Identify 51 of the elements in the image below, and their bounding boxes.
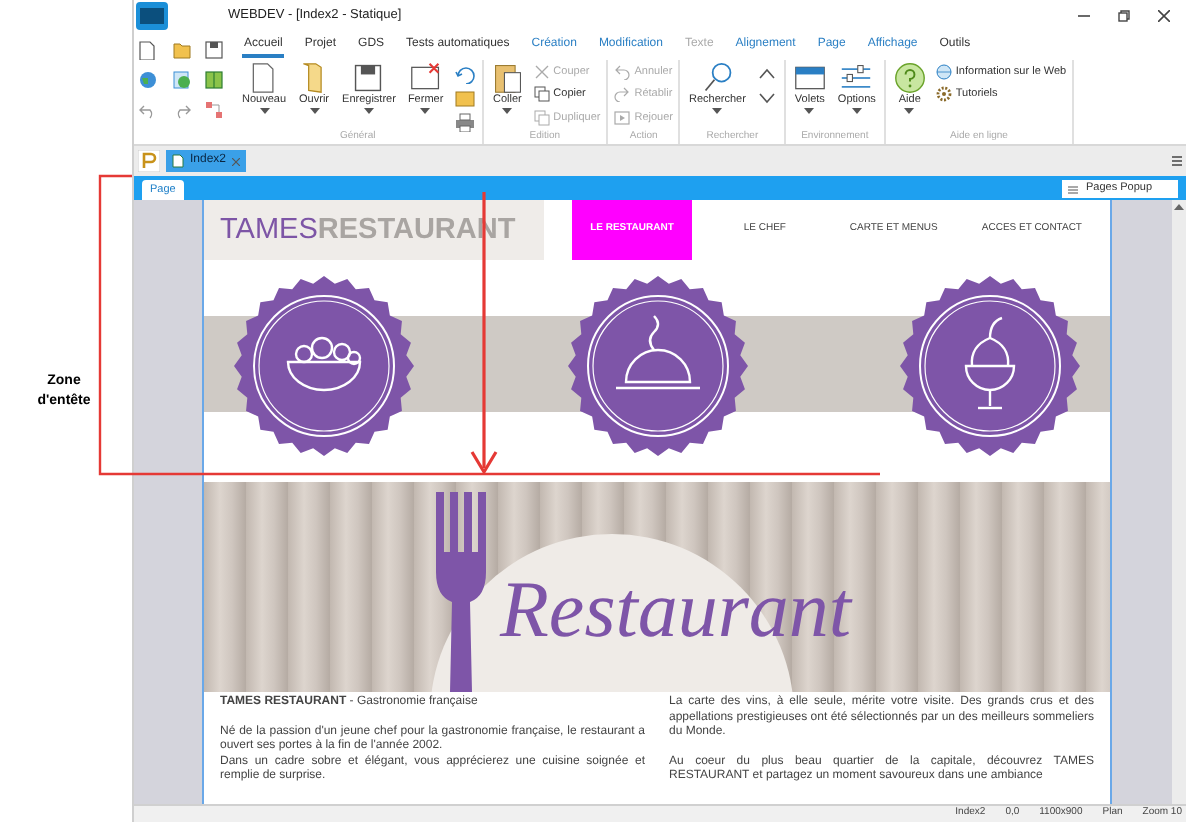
duplicate-icon — [533, 109, 550, 126]
restore-icon[interactable] — [1118, 10, 1130, 22]
undo-icon[interactable] — [138, 100, 158, 120]
search-icon — [701, 62, 734, 94]
sliders-icon — [840, 62, 873, 94]
printer-icon[interactable] — [453, 112, 476, 132]
salad-bowl-icon — [286, 335, 362, 391]
app-logo-icon — [136, 2, 168, 30]
page-icon — [172, 154, 184, 168]
save-icon — [352, 62, 385, 94]
dropdown-caret-icon — [804, 108, 815, 114]
chevron-up-icon[interactable] — [755, 64, 778, 84]
diagram-icon[interactable] — [204, 100, 225, 120]
close-window-icon — [409, 62, 442, 94]
scroll-up-icon[interactable] — [1174, 204, 1184, 210]
dropdown-caret-icon — [712, 108, 723, 114]
menu-icon[interactable] — [1172, 156, 1182, 166]
close-icon[interactable] — [1158, 10, 1170, 22]
save-icon[interactable] — [204, 40, 225, 60]
dropdown-caret-icon — [420, 108, 431, 114]
folder-view-icon[interactable] — [453, 88, 476, 108]
dropdown-caret-icon — [363, 108, 374, 114]
panel-window-icon — [793, 62, 826, 94]
dropdown-caret-icon — [309, 108, 320, 114]
hero-title: Restaurant — [500, 566, 852, 654]
dropdown-caret-icon — [904, 108, 915, 114]
redo-icon — [614, 86, 631, 103]
globe-icon — [935, 64, 952, 81]
globe-icon[interactable] — [138, 70, 158, 90]
ice-cream-sundae-icon — [964, 315, 1016, 409]
dropdown-caret-icon — [259, 108, 270, 114]
menu-icon — [1068, 185, 1078, 193]
undo-icon — [614, 64, 631, 81]
clipboard-icon — [491, 62, 524, 94]
refresh-icon[interactable] — [453, 64, 476, 84]
file-icon[interactable] — [138, 40, 158, 60]
scissors-icon — [533, 64, 550, 81]
help-icon — [893, 62, 926, 94]
minimize-icon[interactable] — [1078, 10, 1090, 22]
chevron-down-icon[interactable] — [755, 88, 778, 108]
project-icon[interactable] — [138, 150, 160, 172]
scrollbar[interactable] — [1172, 200, 1186, 804]
grid-icon[interactable] — [204, 70, 225, 90]
copy-icon — [533, 86, 550, 103]
gear-icon — [935, 86, 952, 103]
page-globe-icon[interactable] — [171, 70, 192, 90]
dropdown-caret-icon — [851, 108, 862, 114]
serving-cloche-icon — [615, 314, 699, 389]
folder-icon[interactable] — [171, 40, 192, 60]
replay-icon — [614, 109, 631, 126]
dropdown-caret-icon — [502, 108, 513, 114]
